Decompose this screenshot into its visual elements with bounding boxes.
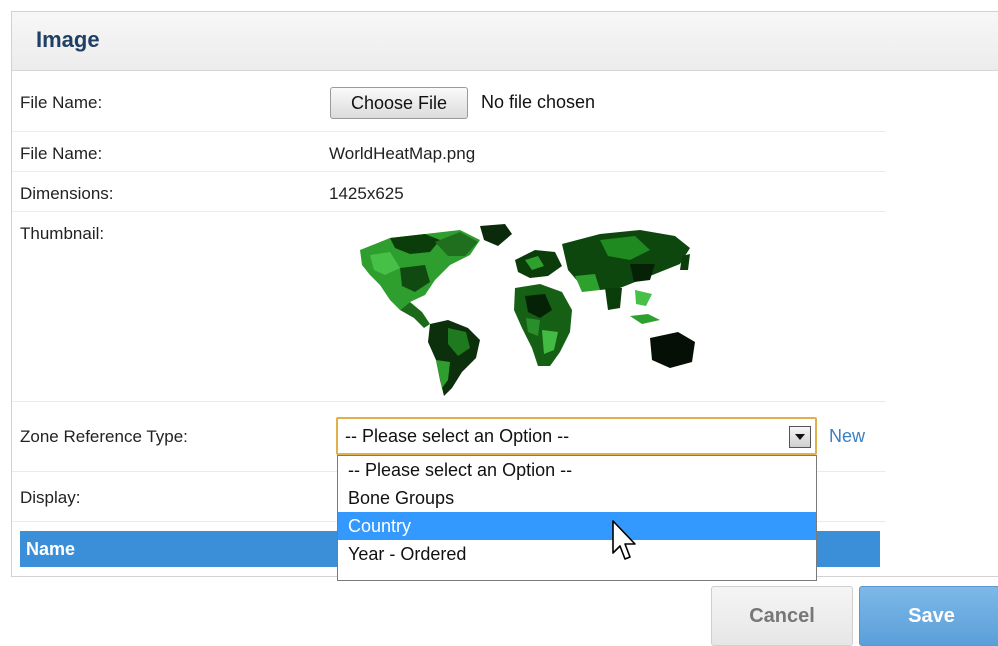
panel-title: Image bbox=[36, 27, 100, 52]
mouse-pointer-icon bbox=[612, 520, 636, 560]
world-heat-map-thumbnail bbox=[360, 224, 695, 396]
zone-ref-selected-value: -- Please select an Option -- bbox=[345, 426, 570, 446]
image-panel: Image File Name: Choose File No file cho… bbox=[11, 11, 998, 581]
chevron-down-icon[interactable] bbox=[789, 426, 811, 448]
file-name-value: WorldHeatMap.png bbox=[329, 144, 476, 163]
zone-ref-dropdown-list: -- Please select an Option -- Bone Group… bbox=[337, 455, 817, 581]
panel-header: Image bbox=[12, 12, 998, 71]
cancel-button[interactable]: Cancel bbox=[711, 586, 853, 646]
save-button[interactable]: Save bbox=[859, 586, 998, 646]
choose-file-button[interactable]: Choose File bbox=[330, 87, 468, 119]
dropdown-option-highlighted[interactable]: Country bbox=[338, 512, 816, 540]
file-name-label: File Name: bbox=[20, 144, 103, 163]
dropdown-option[interactable]: -- Please select an Option -- bbox=[338, 456, 816, 484]
dimensions-row bbox=[12, 172, 886, 212]
zone-ref-label: Zone Reference Type: bbox=[20, 427, 188, 446]
dimensions-value: 1425x625 bbox=[329, 184, 404, 203]
thumbnail-label: Thumbnail: bbox=[20, 224, 105, 243]
zone-ref-select[interactable]: -- Please select an Option -- bbox=[336, 417, 817, 455]
file-input-label: File Name: bbox=[20, 93, 103, 112]
dropdown-option[interactable]: Bone Groups bbox=[338, 484, 816, 512]
dimensions-label: Dimensions: bbox=[20, 184, 114, 203]
new-link[interactable]: New bbox=[829, 426, 865, 447]
table-header-name[interactable]: Name bbox=[26, 539, 75, 560]
dropdown-option[interactable]: Year - Ordered bbox=[338, 540, 816, 568]
display-label: Display: bbox=[20, 488, 81, 507]
no-file-chosen-text: No file chosen bbox=[481, 92, 596, 112]
